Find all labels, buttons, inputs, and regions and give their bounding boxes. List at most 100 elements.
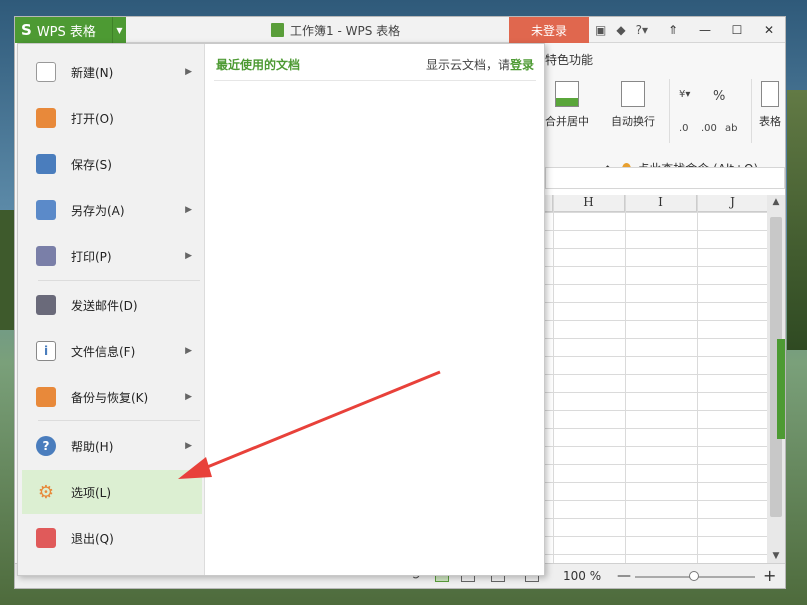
wps-app-menu-button[interactable]: S WPS 表格 ▼ [15, 17, 126, 43]
table-style-button[interactable]: 表格 [759, 81, 781, 129]
grid-row-line [545, 284, 767, 285]
scroll-up-arrow[interactable]: ▲ [767, 195, 785, 209]
menu-item-options[interactable]: ⚙ 选项(L) [22, 470, 202, 514]
grid-column-line [553, 195, 554, 563]
new-file-icon [36, 62, 56, 82]
wps-spreadsheet-window: S WPS 表格 ▼ 工作簿1 - WPS 表格 未登录 ▣ ◆ ?▾ ⇑ — … [14, 16, 786, 589]
merge-center-icon [555, 81, 579, 107]
file-menu-list: 新建(N) ▶ 打开(O) 保存(S) 另存为(A) ▶ 打印(P) ▶ 发送邮… [18, 44, 205, 575]
grid-column-line [625, 195, 626, 563]
menu-item-save[interactable]: 保存(S) [22, 142, 202, 186]
wrap-text-button[interactable]: 自动换行 [611, 81, 655, 129]
menu-item-file-info[interactable]: i 文件信息(F) ▶ [22, 329, 202, 373]
grid-row-line [545, 356, 767, 357]
grid-row-line [545, 500, 767, 501]
desktop-tree-right [787, 90, 807, 350]
wrap-text-label: 自动换行 [611, 115, 655, 128]
menu-item-label: 另存为(A) [71, 203, 125, 218]
help-menu-icon[interactable]: ?▾ [636, 23, 648, 37]
save-icon [36, 154, 56, 174]
menu-item-send-mail[interactable]: 发送邮件(D) [22, 283, 202, 327]
menu-divider [38, 280, 200, 281]
chevron-right-icon: ▶ [185, 392, 192, 402]
document-title-text: 工作簿1 - WPS 表格 [290, 23, 401, 38]
table-style-label: 表格 [759, 115, 781, 128]
printer-icon [36, 246, 56, 266]
menu-item-label: 退出(Q) [71, 531, 114, 546]
column-header-i[interactable]: I [625, 195, 697, 212]
close-button[interactable]: ✕ [753, 17, 785, 43]
menu-item-label: 帮助(H) [71, 439, 114, 454]
cloud-documents-prompt: 显示云文档，请登录 [426, 56, 534, 73]
chevron-right-icon: ▶ [185, 67, 192, 77]
skin-icon[interactable]: ▣ [595, 23, 606, 37]
grid-row-line [545, 230, 767, 231]
spreadsheet-grid[interactable]: H I J [545, 195, 770, 563]
number-format-icon[interactable]: ab [725, 123, 737, 134]
increase-decimal-icon[interactable]: .0 [679, 123, 689, 134]
minimize-button[interactable]: — [689, 17, 721, 43]
mail-icon [36, 295, 56, 315]
gear-icon: ⚙ [37, 481, 55, 503]
restore-up-icon[interactable]: ⇑ [657, 17, 689, 43]
ribbon: 特色功能 合并居中 自动换行 ¥▾ % .0 .00 ab 表格 ◆ 点此查找命… [545, 43, 785, 176]
menu-item-label: 选项(L) [71, 485, 112, 500]
grid-row-line [545, 266, 767, 267]
currency-format-icon[interactable]: ¥▾ [679, 89, 690, 100]
zoom-level[interactable]: 100 % [563, 569, 601, 583]
column-header-j[interactable]: J [697, 195, 769, 212]
percent-format-button[interactable]: % [713, 89, 725, 104]
menu-item-print[interactable]: 打印(P) ▶ [22, 234, 202, 278]
grid-row-line [545, 320, 767, 321]
menu-item-label: 打开(O) [71, 111, 114, 126]
ribbon-separator [751, 79, 752, 143]
grid-row-line [545, 554, 767, 555]
cloud-login-link[interactable]: 登录 [510, 58, 534, 72]
shirt-icon[interactable]: ◆ [616, 23, 625, 37]
ribbon-separator [669, 79, 670, 143]
login-button[interactable]: 未登录 [509, 17, 589, 43]
backup-icon [36, 387, 56, 407]
ribbon-tab-special[interactable]: 特色功能 [545, 51, 593, 68]
column-header-g[interactable] [545, 195, 553, 212]
grid-row-line [545, 248, 767, 249]
decrease-decimal-icon[interactable]: .00 [701, 123, 717, 134]
menu-item-save-as[interactable]: 另存为(A) ▶ [22, 188, 202, 232]
menu-item-label: 发送邮件(D) [71, 298, 138, 313]
title-bar: S WPS 表格 ▼ 工作簿1 - WPS 表格 未登录 ▣ ◆ ?▾ ⇑ — … [15, 17, 785, 43]
grid-row-line [545, 410, 767, 411]
menu-item-exit[interactable]: 退出(Q) [22, 516, 202, 560]
chevron-right-icon: ▶ [185, 251, 192, 261]
document-title: 工作簿1 - WPS 表格 [271, 17, 400, 43]
wps-logo-icon: S [21, 21, 32, 39]
zoom-in-button[interactable]: + [763, 566, 776, 585]
grid-row-line [545, 212, 767, 213]
chevron-right-icon: ▶ [185, 346, 192, 356]
grid-row-line [545, 338, 767, 339]
chevron-right-icon: ▶ [185, 441, 192, 451]
zoom-slider-knob[interactable] [689, 571, 699, 581]
formula-bar[interactable] [545, 167, 785, 189]
menu-item-label: 打印(P) [71, 249, 112, 264]
menu-item-label: 保存(S) [71, 157, 112, 172]
menu-item-new[interactable]: 新建(N) ▶ [22, 50, 202, 94]
wps-app-label: WPS 表格 [36, 24, 96, 40]
menu-item-open[interactable]: 打开(O) [22, 96, 202, 140]
zoom-out-button[interactable]: — [617, 568, 631, 584]
help-icon: ? [36, 436, 56, 456]
maximize-button[interactable]: ☐ [721, 17, 753, 43]
grid-row-line [545, 536, 767, 537]
cloud-prompt-text: 显示云文档，请 [425, 58, 510, 72]
menu-item-backup[interactable]: 备份与恢复(K) ▶ [22, 375, 202, 419]
chevron-down-icon[interactable]: ▼ [112, 17, 126, 43]
file-info-icon: i [36, 341, 56, 361]
scroll-down-arrow[interactable]: ▼ [767, 549, 785, 563]
column-header-h[interactable]: H [553, 195, 625, 212]
merge-center-button[interactable]: 合并居中 [545, 81, 589, 129]
grid-row-line [545, 302, 767, 303]
grid-column-line [697, 195, 698, 563]
side-panel-toggle[interactable] [777, 339, 785, 439]
menu-item-help[interactable]: ? 帮助(H) ▶ [22, 424, 202, 468]
recent-documents-title: 最近使用的文档 [216, 58, 301, 72]
open-folder-icon [36, 108, 56, 128]
